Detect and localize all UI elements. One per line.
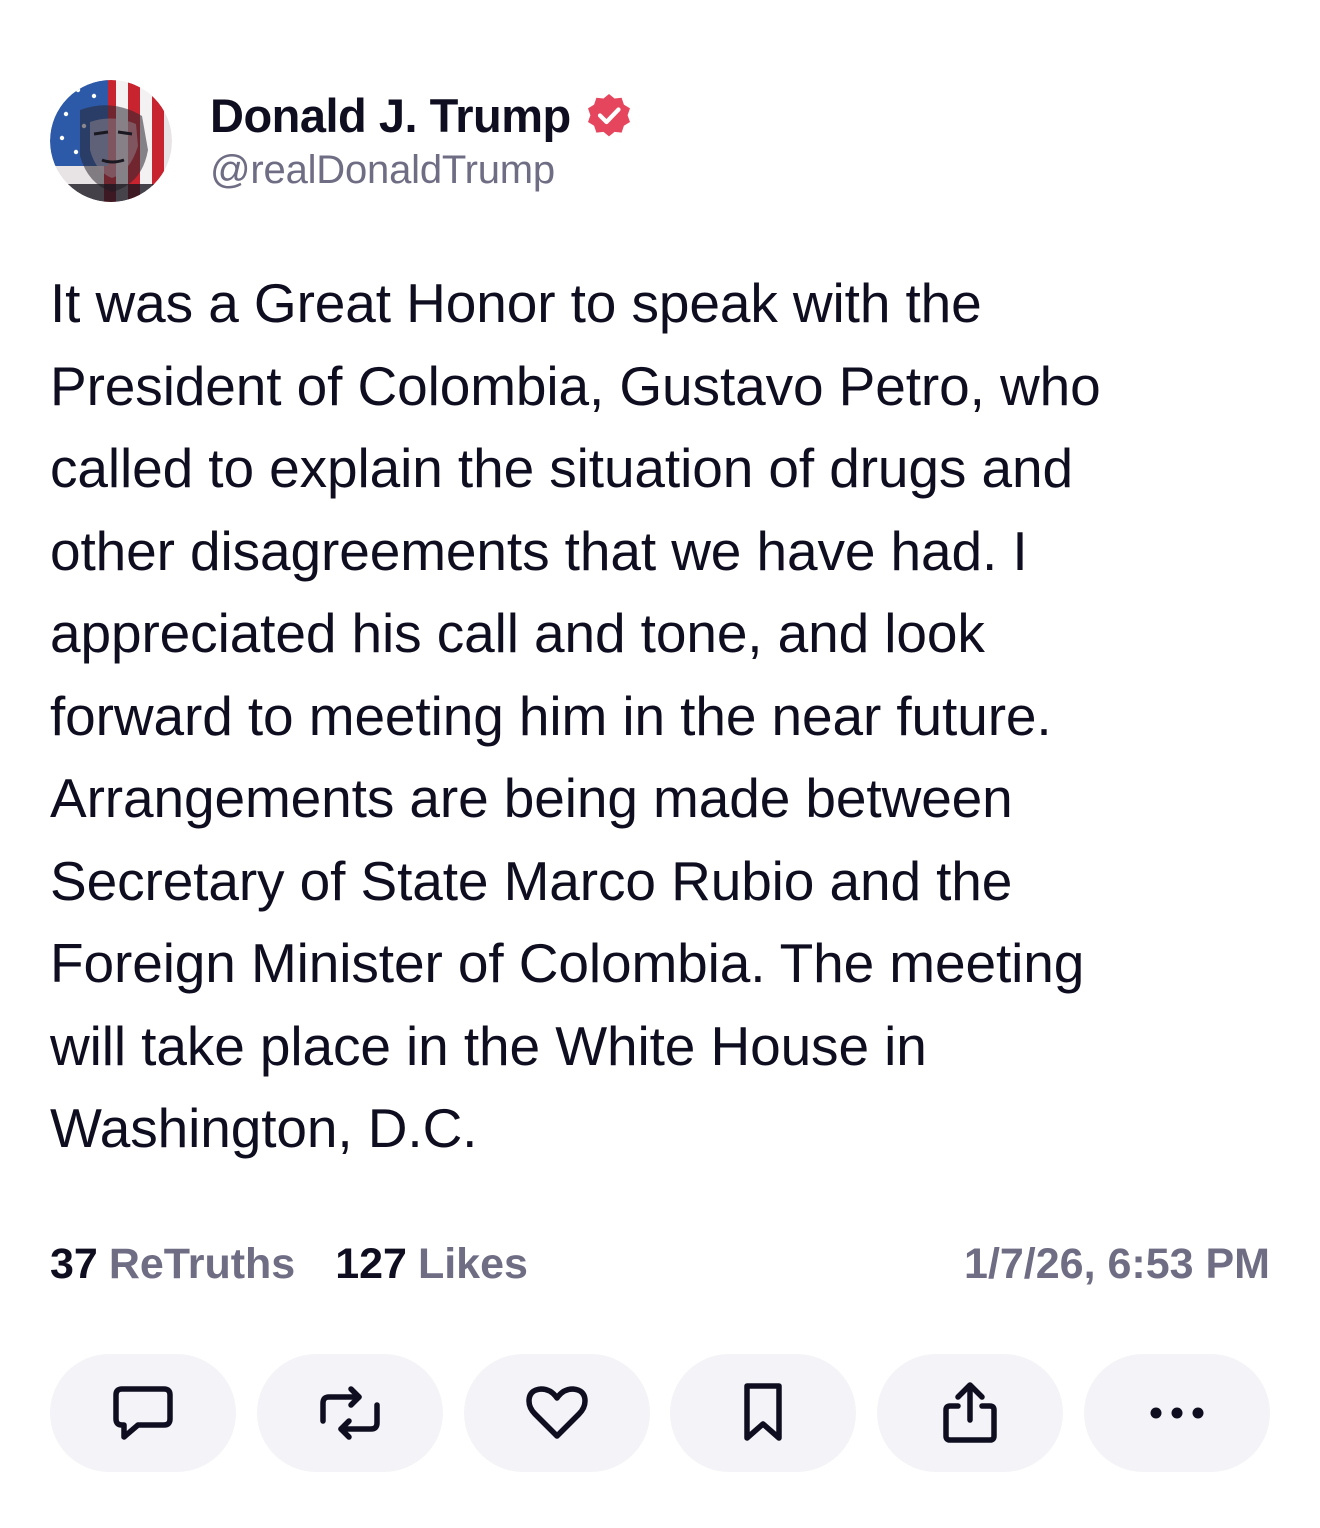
post-body: It was a Great Honor to speak with the P… bbox=[50, 262, 1280, 1170]
comment-icon bbox=[113, 1386, 173, 1440]
post-body-line: appreciated his call and tone, and look bbox=[50, 602, 985, 664]
post-stats: 37 ReTruths 127 Likes 1/7/26, 6:53 PM bbox=[50, 1236, 1270, 1292]
post-body-line: called to explain the situation of drugs… bbox=[50, 437, 1073, 499]
post-header: Donald J. Trump @realDonaldTrump bbox=[50, 80, 633, 202]
share-icon bbox=[943, 1382, 997, 1443]
post-body-line: Washington, D.C. bbox=[50, 1097, 478, 1159]
verified-badge-icon bbox=[587, 93, 630, 136]
post-body-line: It was a Great Honor to speak with the bbox=[50, 272, 982, 334]
retruths-label: ReTruths bbox=[108, 1239, 296, 1288]
more-button[interactable] bbox=[1083, 1354, 1270, 1472]
action-bar bbox=[50, 1354, 1270, 1472]
author-identity: Donald J. Trump @realDonaldTrump bbox=[210, 86, 633, 193]
post-body-line: Arrangements are being made between bbox=[50, 767, 1013, 829]
name-row: Donald J. Trump bbox=[210, 86, 633, 146]
likes-label: Likes bbox=[417, 1239, 528, 1288]
heart-icon bbox=[525, 1386, 588, 1439]
repost-icon bbox=[320, 1386, 380, 1440]
post-body-line: President of Colombia, Gustavo Petro, wh… bbox=[50, 354, 1101, 417]
bookmark-icon bbox=[744, 1383, 783, 1441]
display-name[interactable]: Donald J. Trump bbox=[210, 88, 571, 143]
post-body-line: Foreign Minister of Colombia. The meetin… bbox=[50, 932, 1085, 994]
share-button[interactable] bbox=[877, 1354, 1064, 1472]
avatar[interactable] bbox=[50, 80, 172, 202]
post-timestamp: 1/7/26, 6:53 PM bbox=[964, 1239, 1270, 1288]
more-icon bbox=[1150, 1407, 1204, 1419]
retruth-button[interactable] bbox=[256, 1354, 443, 1472]
post-body-line: other disagreements that we have had. I bbox=[50, 519, 1028, 582]
bookmark-button[interactable] bbox=[670, 1354, 857, 1472]
author-handle[interactable]: @realDonaldTrump bbox=[210, 148, 633, 193]
post-body-line: will take place in the White House in bbox=[50, 1014, 927, 1077]
post-body-line: Secretary of State Marco Rubio and the bbox=[50, 849, 1013, 912]
reply-button[interactable] bbox=[50, 1354, 236, 1472]
likes-count: 127 bbox=[335, 1239, 407, 1288]
retruths-stat[interactable]: 37 ReTruths bbox=[50, 1240, 295, 1289]
retruths-count: 37 bbox=[50, 1239, 98, 1288]
likes-stat[interactable]: 127 Likes bbox=[335, 1240, 528, 1289]
post-card: Donald J. Trump @realDonaldTrump It was … bbox=[0, 0, 1320, 1528]
post-body-line: forward to meeting him in the near futur… bbox=[50, 684, 1052, 747]
like-button[interactable] bbox=[463, 1354, 650, 1472]
